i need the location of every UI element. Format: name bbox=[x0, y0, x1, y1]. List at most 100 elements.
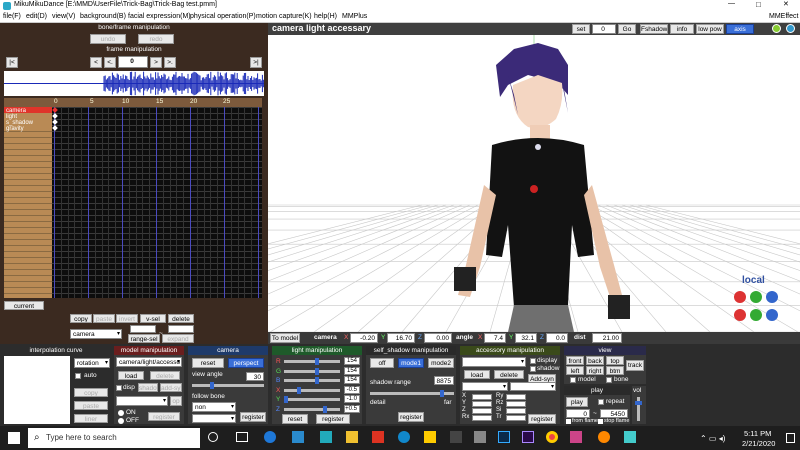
app-icon-pink[interactable] bbox=[570, 431, 582, 443]
app-icon-orange[interactable] bbox=[598, 431, 610, 443]
add-syn-button[interactable]: add-syn bbox=[160, 383, 182, 392]
light-register-button[interactable]: register bbox=[316, 414, 350, 424]
menu-mmeffect[interactable]: MMEffect bbox=[769, 13, 798, 20]
shadow-off-button[interactable]: off bbox=[370, 358, 394, 368]
camera-z-input[interactable]: 0.00 bbox=[424, 333, 452, 343]
mmd-icon[interactable] bbox=[624, 431, 636, 443]
light-y-slider[interactable] bbox=[284, 396, 340, 403]
camera-select[interactable]: camera bbox=[70, 329, 122, 339]
view-bone-checkbox[interactable] bbox=[606, 377, 612, 383]
view-model-checkbox[interactable] bbox=[570, 377, 576, 383]
view-top-button[interactable]: top bbox=[606, 356, 624, 365]
light-b-slider[interactable] bbox=[284, 377, 340, 384]
menu-background[interactable]: background(B) bbox=[80, 13, 126, 20]
dist-input[interactable]: 21.00 bbox=[592, 333, 622, 343]
menu-mmplus[interactable]: MMPlus bbox=[342, 13, 367, 20]
last-frame-button[interactable]: >| bbox=[250, 57, 262, 68]
track-gravity[interactable]: gravity bbox=[4, 125, 52, 132]
frame-number-input[interactable]: 0 bbox=[118, 56, 148, 68]
sticky-icon[interactable] bbox=[424, 431, 436, 443]
task-view-icon[interactable] bbox=[236, 432, 248, 442]
edge-icon[interactable] bbox=[264, 431, 276, 443]
shadow-button[interactable]: shadow bbox=[138, 383, 158, 392]
range-sel-button[interactable]: range-sel bbox=[128, 334, 160, 343]
stop-flame-checkbox[interactable] bbox=[598, 419, 603, 424]
low-pow-button[interactable]: low pow bbox=[696, 24, 724, 34]
clock-time[interactable]: 5:11 PM bbox=[744, 429, 771, 438]
light-x-input[interactable]: -0.5 bbox=[344, 385, 360, 394]
vsel-button[interactable]: v-sel bbox=[140, 314, 166, 323]
op-button[interactable]: op bbox=[170, 396, 182, 406]
angle-y-input[interactable]: 32.1 bbox=[515, 333, 537, 343]
off-radio[interactable] bbox=[118, 418, 124, 424]
view-angle-input[interactable]: 30 bbox=[246, 372, 264, 381]
interp-liner-button[interactable]: liner bbox=[74, 414, 108, 423]
menu-view[interactable]: view(V) bbox=[52, 13, 75, 20]
set-frame-input[interactable]: 0 bbox=[592, 24, 616, 34]
copy-button[interactable]: copy bbox=[70, 314, 92, 323]
shadow-mode1-button[interactable]: mode1 bbox=[398, 358, 424, 368]
view-back-button[interactable]: back bbox=[586, 356, 604, 365]
bone-select[interactable] bbox=[116, 396, 168, 406]
shadow-register-button[interactable]: register bbox=[398, 412, 424, 422]
volume-slider[interactable] bbox=[635, 397, 642, 421]
light-z-input[interactable]: +0.5 bbox=[344, 404, 360, 413]
angle-z-input[interactable]: 0.0 bbox=[546, 333, 568, 343]
tray-icons[interactable]: ⌃ ▭ ◂) bbox=[700, 434, 725, 443]
acc-field-input[interactable] bbox=[472, 401, 492, 407]
paste-button[interactable]: paste bbox=[93, 314, 115, 323]
light-b-input[interactable]: 154 bbox=[344, 376, 360, 384]
acc-field-input[interactable] bbox=[472, 394, 492, 400]
rotate-z-icon[interactable] bbox=[766, 291, 778, 303]
acc-model-select[interactable] bbox=[462, 382, 508, 391]
redo-button[interactable]: redo bbox=[138, 34, 174, 44]
camera-x-input[interactable]: -0.20 bbox=[350, 333, 378, 343]
view-track-button[interactable]: track bbox=[626, 360, 644, 371]
move-z-icon[interactable] bbox=[766, 309, 778, 321]
shadow-range-input[interactable]: 8875 bbox=[434, 376, 454, 385]
cortana-icon[interactable] bbox=[208, 432, 218, 442]
interp-paste-button[interactable]: paste bbox=[74, 401, 108, 410]
model-load-button[interactable]: load bbox=[118, 371, 144, 380]
app-icon-blue[interactable] bbox=[398, 431, 410, 443]
next-key-button[interactable]: >. bbox=[164, 57, 176, 68]
first-frame-button[interactable]: |< bbox=[6, 57, 18, 68]
menu-motion[interactable]: motion capture(K) bbox=[256, 13, 312, 20]
premiere-icon[interactable] bbox=[522, 431, 534, 443]
move-x-icon[interactable] bbox=[734, 309, 746, 321]
undo-button[interactable]: undo bbox=[90, 34, 126, 44]
acc-field-input[interactable] bbox=[506, 394, 526, 400]
clock-date[interactable]: 2/21/2020 bbox=[742, 439, 775, 448]
camera-register-button[interactable]: register bbox=[240, 412, 266, 422]
menu-file[interactable]: file(F) bbox=[3, 13, 21, 20]
maximize-button[interactable]: □ bbox=[756, 0, 761, 9]
light-x-slider[interactable] bbox=[284, 386, 340, 394]
timeline[interactable]: 0 5 10 15 20 25 camera light s_shadow gr… bbox=[4, 98, 262, 298]
model-register-button[interactable]: register bbox=[148, 412, 180, 421]
acc-delete-button[interactable]: delete bbox=[494, 370, 524, 379]
range-start-input[interactable] bbox=[130, 325, 156, 333]
acc-display-checkbox[interactable] bbox=[530, 358, 536, 364]
expand-button[interactable]: expand bbox=[162, 334, 194, 343]
view-front-button[interactable]: front bbox=[566, 356, 584, 365]
app-icon-dark[interactable] bbox=[450, 431, 462, 443]
light-y-input[interactable]: -1.0 bbox=[344, 395, 360, 403]
acc-bone-select[interactable] bbox=[510, 382, 556, 391]
model-delete-button[interactable]: delete bbox=[150, 371, 180, 380]
disp-checkbox[interactable] bbox=[116, 385, 122, 391]
prev-frame-button[interactable]: < bbox=[90, 57, 102, 68]
view-btm-button[interactable]: btm bbox=[606, 366, 624, 375]
angle-x-input[interactable]: 7.4 bbox=[484, 333, 506, 343]
rotation-select[interactable]: rotation bbox=[74, 358, 110, 368]
close-button[interactable]: ✕ bbox=[783, 0, 789, 8]
axis-button[interactable]: axis bbox=[726, 24, 754, 34]
model-select[interactable]: camera/light/accesso bbox=[116, 357, 182, 367]
view-left-button[interactable]: left bbox=[566, 366, 584, 375]
follow-bone-select[interactable] bbox=[192, 414, 236, 423]
rotate-x-icon[interactable] bbox=[734, 291, 746, 303]
light-g-slider[interactable] bbox=[284, 367, 340, 375]
auto-checkbox[interactable] bbox=[75, 373, 81, 379]
acc-field-input[interactable] bbox=[472, 408, 492, 414]
acc-load-button[interactable]: load bbox=[464, 370, 490, 379]
on-radio[interactable] bbox=[118, 410, 124, 416]
